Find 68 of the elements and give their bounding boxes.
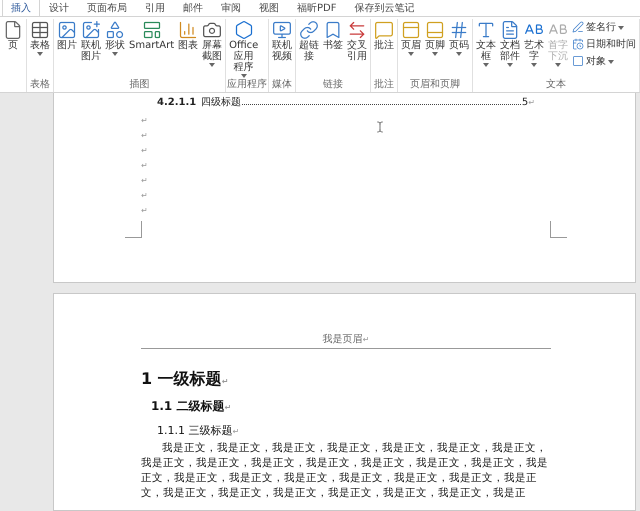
ribbon-button[interactable]: 页码 bbox=[447, 19, 472, 57]
group-label: 表格 bbox=[29, 79, 51, 92]
paragraph-mark: ↵ bbox=[141, 190, 148, 202]
toc-entry[interactable]: 4.2.1.1 四级标题 5↵ bbox=[141, 95, 535, 109]
ribbon-button[interactable]: 联机图片 bbox=[79, 19, 103, 63]
ribbon-small-button[interactable]: 日期和时间 bbox=[572, 37, 636, 51]
paragraph-mark: ↵ bbox=[141, 205, 148, 217]
margin-corner-mark bbox=[550, 221, 567, 238]
page-icon bbox=[3, 20, 23, 40]
comment-icon bbox=[374, 20, 394, 40]
group-label: 链接 bbox=[322, 79, 344, 92]
page-header: 我是页眉↵ bbox=[141, 332, 551, 349]
arrows-icon bbox=[347, 20, 368, 40]
link-icon bbox=[299, 20, 320, 40]
document-icon bbox=[500, 20, 520, 40]
ribbon-button[interactable]: 图片 bbox=[55, 19, 79, 52]
ribbon-button[interactable]: 超链接 bbox=[297, 19, 322, 63]
shapes-icon bbox=[105, 20, 125, 40]
ribbon-button[interactable]: 文本框 bbox=[474, 19, 498, 68]
ribbon-button[interactable]: 屏幕截图 bbox=[200, 19, 224, 68]
ribbon-button[interactable]: 联机视频 bbox=[270, 19, 294, 63]
calendar-icon bbox=[572, 38, 584, 50]
text-cursor-icon bbox=[374, 121, 386, 133]
ribbon-button[interactable]: 书签 bbox=[321, 19, 346, 52]
table-icon bbox=[30, 20, 50, 40]
video-icon bbox=[272, 20, 292, 40]
paragraph-mark: ↵ bbox=[141, 130, 148, 142]
ribbon-small-button[interactable]: 签名行 bbox=[572, 20, 636, 34]
heading: 1.1.1 三级标题↵ bbox=[157, 423, 240, 438]
camera-icon bbox=[202, 20, 222, 40]
ribbon-button[interactable]: SmartArt bbox=[127, 19, 176, 52]
picture-icon bbox=[81, 20, 101, 40]
ribbon-button[interactable]: 表格 bbox=[28, 19, 52, 57]
diagram-icon bbox=[142, 20, 162, 40]
heading: 1 一级标题↵ bbox=[141, 369, 228, 390]
group-label: 页眉和页脚 bbox=[409, 79, 462, 92]
paragraph-mark: ↵ bbox=[141, 115, 148, 127]
page-footer-icon bbox=[425, 20, 446, 40]
paragraph-mark: ↵ bbox=[141, 160, 148, 172]
page-header-icon bbox=[401, 20, 422, 40]
ribbon-button[interactable]: 批注 bbox=[372, 19, 396, 52]
ribbon-small-button[interactable]: 对象 bbox=[572, 54, 636, 68]
group-label: 应用程序 bbox=[227, 79, 268, 92]
heading: 1.1 二级标题↵ bbox=[151, 398, 232, 415]
picture-icon bbox=[57, 20, 77, 40]
ribbon-tab[interactable]: 插入 bbox=[2, 0, 40, 16]
paragraph-mark: ↵ bbox=[141, 145, 148, 157]
hexagon-icon bbox=[234, 20, 254, 40]
paragraph-mark: ↵ bbox=[141, 175, 148, 187]
ribbon-button[interactable]: 图表 bbox=[176, 19, 200, 52]
ribbon-button[interactable]: 页脚 bbox=[423, 19, 448, 57]
ribbon-button[interactable]: 页眉 bbox=[399, 19, 424, 57]
ribbon-button[interactable]: 文档部件 bbox=[498, 19, 522, 68]
bar-chart-icon bbox=[178, 20, 198, 40]
window-icon bbox=[572, 55, 584, 67]
ribbon-button[interactable]: 艺术字 bbox=[522, 19, 546, 68]
group-label: 批注 bbox=[373, 79, 396, 92]
ribbon-button[interactable]: 页 bbox=[1, 19, 25, 52]
ribbon-button[interactable]: Office 应用程序 bbox=[227, 19, 260, 79]
group-label: 文本 bbox=[545, 79, 568, 92]
group-label: 插图 bbox=[128, 79, 151, 92]
margin-corner-mark bbox=[125, 221, 142, 238]
group-label: 媒体 bbox=[271, 79, 294, 92]
body-paragraph: 我是正文，我是正文，我是正文，我是正文，我是正文，我是正文，我是正文，我是正文，我是正文，我是正文，我是正文，我是正文，我是正文，我是正文，我是正文，我是正文，我是正文，我是正文，我是正文，我是正文，我是正文，我是正文，我是正文，我是正文，我是正文，我是正文，我是正文，我是正文，我是正 bbox=[141, 441, 549, 501]
pen-icon bbox=[572, 21, 584, 33]
ribbon-button[interactable]: 交叉引用 bbox=[345, 19, 370, 63]
text-box-icon bbox=[476, 20, 496, 40]
ribbon-button[interactable]: 形状 bbox=[103, 19, 127, 57]
